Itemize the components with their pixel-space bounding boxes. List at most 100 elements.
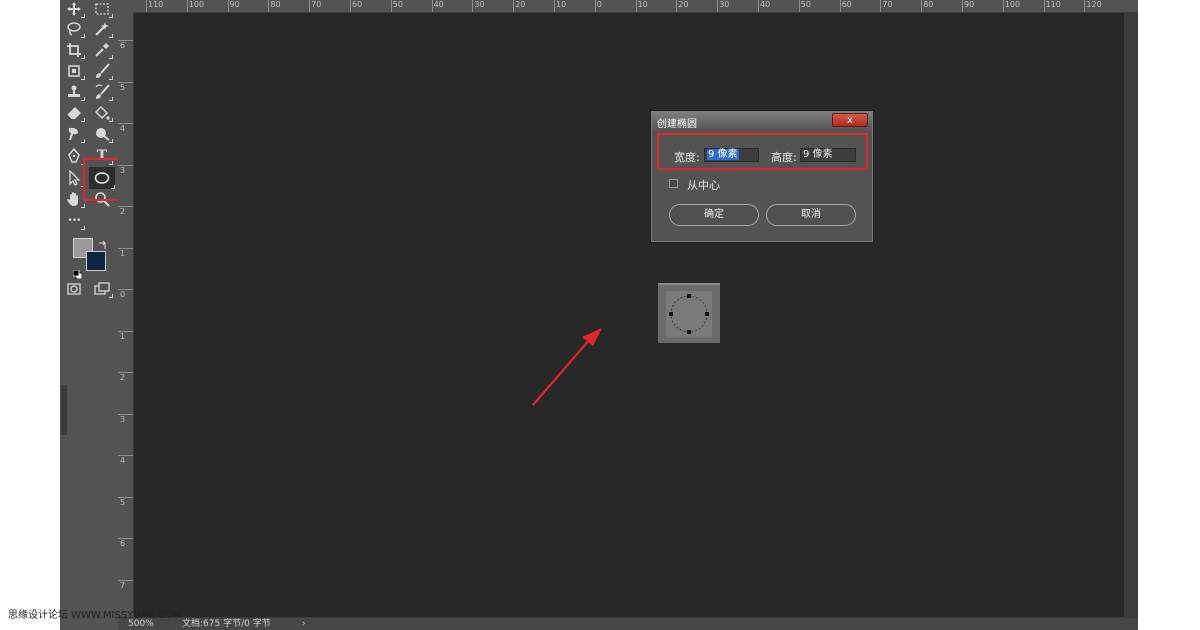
close-icon: x <box>847 115 853 126</box>
move-tool[interactable] <box>63 0 85 18</box>
ruler-tick-label: 5 <box>120 497 126 507</box>
ruler-tick-label: 70 <box>882 0 893 9</box>
dodge-tool[interactable] <box>91 125 113 143</box>
side-panel-handle[interactable] <box>61 385 67 435</box>
ruler-tick-mark <box>676 0 678 12</box>
from-center-label: 从中心 <box>687 179 720 192</box>
swap-arrow-icon <box>99 240 106 249</box>
blur-tool[interactable] <box>63 125 85 143</box>
ruler-tick-label: 20 <box>678 0 689 9</box>
history-brush-icon <box>95 84 110 99</box>
ruler-tick-mark <box>1002 0 1004 12</box>
ruler-tick-label: 110 <box>1045 0 1061 9</box>
ruler-tick-label: 40 <box>760 0 771 9</box>
history-brush-tool[interactable] <box>91 83 113 101</box>
stamp-tool[interactable] <box>63 83 85 101</box>
ruler-tick-label: 60 <box>352 0 363 9</box>
lasso-tool[interactable] <box>63 20 85 38</box>
frame-icon <box>68 65 80 77</box>
ruler-tick-mark <box>309 0 311 12</box>
horizontal-ruler: 110 100 90 80 70 60 50 40 30 20 10 0 10 20 30 40 50 60 70 8… <box>118 0 1138 13</box>
pen-tool[interactable] <box>63 147 85 165</box>
dialog-titlebar[interactable]: 创建椭圆 x <box>652 112 872 130</box>
frame-tool[interactable] <box>63 62 85 80</box>
eraser-icon <box>66 107 81 120</box>
ruler-tick-label: 30 <box>474 0 485 9</box>
lasso-icon <box>67 22 81 36</box>
ruler-tick-label: 50 <box>392 0 403 9</box>
more-icon: ••• <box>67 216 82 226</box>
ruler-tick-label: 10 <box>556 0 567 9</box>
ruler-tick-label: 2 <box>120 373 126 382</box>
ruler-tick-mark <box>1084 0 1086 12</box>
quick-mask-button[interactable] <box>63 280 85 298</box>
ruler-tick-label: 20 <box>515 0 526 9</box>
ruler-tick-mark <box>717 0 719 12</box>
ruler-tick-label: 110 <box>148 0 164 9</box>
ruler-tick-label: 80 <box>270 0 281 9</box>
ruler-tick-label: 3 <box>120 414 126 424</box>
ruler-tick-label: 90 <box>229 0 240 9</box>
ruler-tick-mark <box>758 0 759 12</box>
ruler-tick-mark <box>186 0 188 12</box>
move-icon <box>67 2 81 16</box>
ruler-tick-label: 30 <box>719 0 730 9</box>
status-menu-arrow[interactable]: › <box>302 619 306 630</box>
ruler-tick-label: 60 <box>841 0 852 9</box>
pen-icon <box>68 148 80 163</box>
vertical-scrollbar[interactable] <box>1124 13 1138 617</box>
ruler-tick-label: 7 <box>120 580 126 590</box>
paint-bucket-icon <box>94 105 110 120</box>
background-color-swatch[interactable] <box>86 251 106 271</box>
ruler-tick-mark <box>635 0 637 12</box>
ruler-tick-label: 0 <box>596 0 602 9</box>
dialog-title: 创建椭圆 <box>657 119 697 130</box>
dodge-icon <box>96 128 110 141</box>
edit-toolbar-button[interactable]: ••• <box>63 212 85 230</box>
ruler-tick-mark <box>390 0 392 12</box>
magic-wand-tool[interactable] <box>91 20 113 38</box>
ruler-tick-mark <box>268 0 270 12</box>
ruler-tick-label: 0 <box>120 290 126 299</box>
ruler-tick-mark <box>839 0 841 12</box>
marquee-tool[interactable] <box>91 0 113 18</box>
brush-tool[interactable] <box>91 62 113 80</box>
default-colors-icon <box>72 269 83 280</box>
ruler-tick-mark <box>227 0 229 12</box>
brush-icon <box>96 63 110 78</box>
ruler-tick-mark <box>880 0 882 12</box>
ruler-tick-label: 6 <box>120 41 126 50</box>
create-ellipse-dialog: 创建椭圆 x 宽度: 9 像素 高度: 9 像素 从中心 确定 取消 <box>651 111 873 242</box>
cancel-button[interactable]: 取消 <box>766 204 856 226</box>
ruler-tick-mark <box>146 0 147 12</box>
document-image[interactable] <box>658 283 720 343</box>
vertical-ruler: 6 5 4 3 2 1 0 1 2 3 4 5 6 7 <box>118 12 134 618</box>
ruler-tick-label: 4 <box>120 124 126 133</box>
ok-button[interactable]: 确定 <box>669 204 759 226</box>
ruler-tick-mark <box>350 0 351 12</box>
size-fields-highlight <box>657 133 868 170</box>
page-margin <box>1138 0 1200 630</box>
ruler-tick-mark <box>554 0 555 12</box>
status-bar: 500% 文档:675 字节/0 字节 › <box>118 617 1138 630</box>
ruler-tick-mark <box>431 0 433 12</box>
screen-mode-icon <box>94 282 110 295</box>
path-selection-tool[interactable] <box>63 169 85 187</box>
smudge-icon <box>68 127 78 140</box>
eraser-tool[interactable] <box>63 104 85 122</box>
ruler-tick-mark <box>798 0 800 12</box>
hand-tool[interactable] <box>63 190 85 208</box>
eyedropper-tool[interactable] <box>91 41 113 59</box>
screen-mode-button[interactable] <box>91 280 113 298</box>
swap-colors-button[interactable] <box>98 235 108 254</box>
dialog-close-button[interactable]: x <box>832 113 868 127</box>
paint-bucket-tool[interactable] <box>91 104 113 122</box>
ruler-tick-mark <box>594 0 596 12</box>
crop-tool[interactable] <box>63 41 85 59</box>
quick-mask-icon <box>67 283 81 295</box>
canvas-area[interactable] <box>134 13 1122 617</box>
ruler-tick-label: 80 <box>923 0 934 9</box>
from-center-checkbox[interactable] <box>669 179 678 188</box>
ruler-tick-mark <box>962 0 963 12</box>
arrow-cursor-icon <box>69 170 81 186</box>
